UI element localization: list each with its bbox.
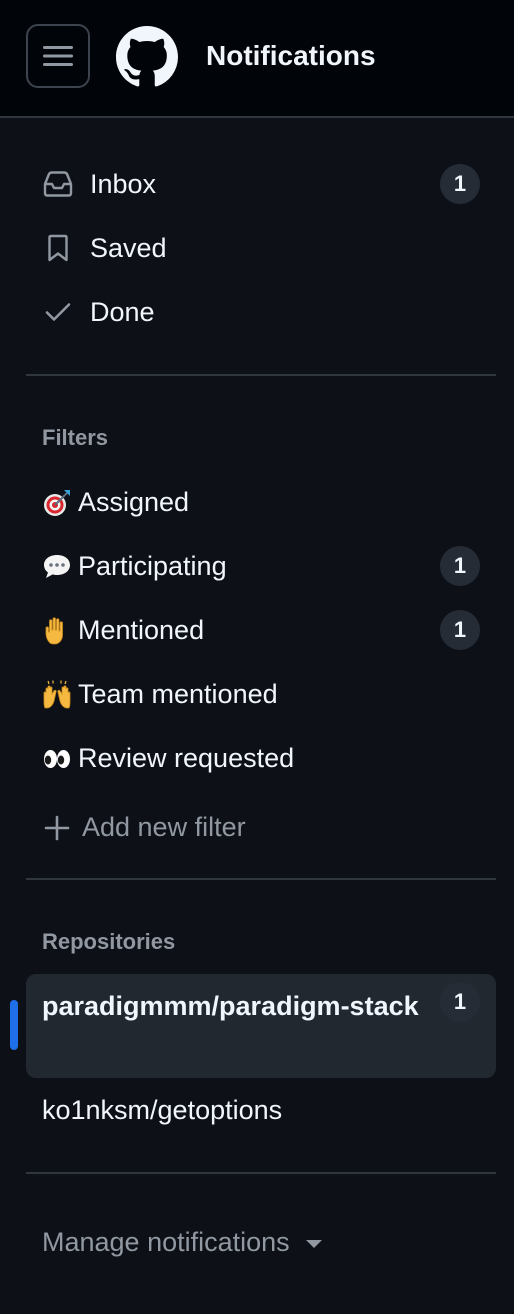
raising-hands-emoji-icon bbox=[43, 680, 71, 709]
divider bbox=[26, 374, 496, 376]
check-icon bbox=[42, 298, 74, 326]
inbox-count-badge: 1 bbox=[440, 164, 480, 204]
repository-item-active[interactable]: paradigmmm/paradigm-stack 1 bbox=[26, 974, 496, 1078]
mentioned-count-badge: 1 bbox=[440, 610, 480, 650]
filter-item-mentioned[interactable]: Mentioned 1 bbox=[26, 602, 496, 658]
nav-item-inbox[interactable]: Inbox 1 bbox=[26, 156, 496, 212]
caret-down-icon bbox=[305, 1240, 322, 1248]
hamburger-icon bbox=[43, 46, 73, 66]
add-new-filter-button[interactable]: Add new filter bbox=[26, 799, 496, 855]
filters-heading: Filters bbox=[42, 425, 109, 450]
repository-item[interactable]: ko1nksm/getoptions bbox=[26, 1084, 496, 1140]
nav-item-done[interactable]: Done bbox=[26, 284, 496, 340]
page-title: Notifications bbox=[206, 40, 376, 71]
repository-label: paradigmmm/paradigm-stack bbox=[42, 991, 419, 1021]
filter-label: Mentioned bbox=[78, 615, 205, 645]
eyes-emoji-icon bbox=[44, 750, 70, 768]
filter-item-assigned[interactable]: Assigned bbox=[26, 474, 496, 530]
menu-button[interactable] bbox=[26, 24, 90, 88]
repository-label: ko1nksm/getoptions bbox=[42, 1095, 283, 1125]
nav-item-label: Done bbox=[90, 297, 155, 327]
active-indicator bbox=[10, 1000, 18, 1050]
speech-bubble-emoji-icon bbox=[44, 555, 70, 578]
dart-emoji-icon bbox=[44, 490, 70, 516]
repositories-heading: Repositories bbox=[42, 929, 176, 954]
inbox-icon bbox=[42, 170, 74, 198]
repository-count-badge: 1 bbox=[440, 982, 480, 1022]
filter-label: Participating bbox=[78, 551, 227, 581]
bookmark-icon bbox=[42, 234, 74, 262]
participating-count-badge: 1 bbox=[440, 546, 480, 586]
github-logo-icon[interactable] bbox=[116, 26, 178, 88]
app-header: Notifications bbox=[0, 0, 514, 118]
filter-item-review-requested[interactable]: Review requested bbox=[26, 730, 496, 786]
add-filter-label: Add new filter bbox=[82, 812, 246, 842]
manage-notifications-label: Manage notifications bbox=[42, 1227, 290, 1257]
nav-item-saved[interactable]: Saved bbox=[26, 220, 496, 276]
plus-icon bbox=[44, 815, 70, 841]
raised-hand-emoji-icon bbox=[45, 617, 63, 645]
filter-label: Review requested bbox=[78, 743, 295, 773]
filter-label: Team mentioned bbox=[78, 679, 278, 709]
divider bbox=[26, 878, 496, 880]
filter-item-participating[interactable]: Participating 1 bbox=[26, 538, 496, 594]
filter-item-team-mentioned[interactable]: Team mentioned bbox=[26, 666, 496, 722]
manage-notifications-dropdown[interactable]: Manage notifications bbox=[42, 1224, 322, 1260]
nav-item-label: Inbox bbox=[90, 169, 157, 199]
nav-item-label: Saved bbox=[90, 233, 167, 263]
filter-label: Assigned bbox=[78, 487, 190, 517]
divider bbox=[26, 1172, 496, 1174]
